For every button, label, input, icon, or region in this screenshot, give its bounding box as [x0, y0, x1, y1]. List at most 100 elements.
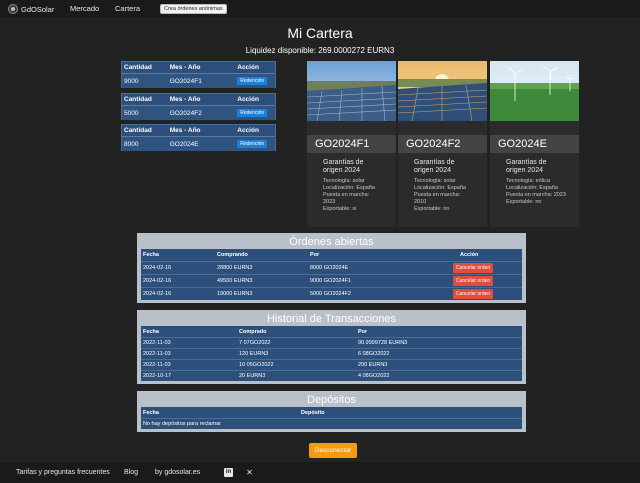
holding-qty: 5000 [124, 109, 139, 117]
card-location: Localización: España [414, 185, 466, 191]
col-comprado: Comprado [239, 328, 267, 335]
redeem-button[interactable]: Redención [237, 77, 268, 85]
footer-link-faq[interactable]: Tarifas y preguntas frecuentes [16, 469, 110, 476]
card-subtitle: Garantías de origen 2024 [506, 159, 547, 174]
wind-farm-image [490, 61, 579, 121]
holding-header: Cantidad Mes - Año Acción [122, 62, 275, 74]
history-date: 2022-11-03 [143, 351, 171, 357]
header-accion: Acción [237, 127, 259, 134]
holding-row: 5000 GO2024F2 Redención [122, 106, 275, 120]
transaction-history-panel: Historial de Transacciones Fecha Comprad… [137, 310, 526, 384]
disconnect-button[interactable]: Desconectar [309, 443, 357, 458]
table-row: No hay depósitos para reclamar [141, 418, 522, 429]
x-icon[interactable]: ✕ [245, 468, 254, 477]
deposits-table: Fecha Depósito No hay depósitos para rec… [141, 407, 522, 429]
navbar: GdOSolar Mercado Cartera Crea órdenes an… [0, 0, 640, 18]
deposits-panel: Depósitos Fecha Depósito No hay depósito… [137, 391, 526, 432]
holding-row: 8000 GO2024E Redención [122, 137, 275, 151]
holding-header: Cantidad Mes - Año Acción [122, 125, 275, 137]
holding-row: 9000 GO2024F1 Redención [122, 74, 275, 88]
history-bought: 10 05GO2022 [239, 362, 274, 368]
card-commissioning: Puesta en marcha: 2023 [506, 192, 566, 198]
brand-logo-icon [8, 4, 18, 14]
product-card[interactable]: GO2024F1 Garantías de origen 2024 Tecnol… [307, 61, 396, 227]
order-for: 8000 GO2024E [310, 265, 349, 271]
col-accion: Acción [460, 252, 479, 258]
col-por: Por [358, 328, 368, 335]
history-for: 90.9999728 EURN3 [358, 340, 408, 346]
card-location: Localización: España [323, 185, 375, 191]
solar-farm-image [307, 61, 396, 121]
order-buying: 19000 EURN3 [217, 291, 253, 297]
card-title: GO2024F1 [307, 135, 396, 153]
table-row: 2022-11-03 10 05GO2022 200 EURN3 [141, 359, 522, 370]
deposits-title: Depósitos [307, 394, 356, 406]
footer-link-gdosolar[interactable]: by gdosolar.es [155, 469, 200, 476]
history-date: 2022-11-03 [143, 340, 171, 346]
nav-link-cartera[interactable]: Cartera [115, 4, 140, 13]
holding-period: GO2024F2 [169, 109, 202, 117]
history-for: 6 08GO2022 [358, 351, 390, 357]
card-exportable: Exportable: no [506, 199, 542, 205]
col-comprando: Comprando [217, 252, 248, 258]
history-title: Historial de Transacciones [266, 313, 396, 325]
card-exportable: Exportable: no [414, 206, 450, 212]
card-commissioning: Puesta en marcha: 2023 [323, 192, 370, 205]
table-header: Fecha Comprando Por Acción [141, 249, 522, 261]
brand[interactable]: GdOSolar [8, 4, 54, 14]
table-header: Fecha Comprado Por [141, 326, 522, 337]
history-date: 2022-10-17 [143, 373, 172, 379]
table-row: 2022-10-17 20 EURN3 4 08GO2022 [141, 370, 522, 381]
cancel-order-button[interactable]: Cancelar orden [453, 263, 494, 273]
header-mes-ano: Mes - Año [169, 64, 201, 71]
header-accion: Acción [237, 64, 259, 71]
card-title: GO2024E [490, 135, 579, 153]
header-accion: Acción [237, 96, 259, 103]
holding-qty: 9000 [124, 77, 139, 85]
holding-table: Cantidad Mes - Año Acción 9000 GO2024F1 … [121, 61, 276, 88]
redeem-button[interactable]: Redención [237, 109, 268, 117]
holding-header: Cantidad Mes - Año Acción [122, 94, 275, 106]
history-for: 4 08GO2022 [358, 373, 390, 379]
col-por: Por [310, 252, 320, 258]
history-table: Fecha Comprado Por 2022-11-03 7 07GO2022… [141, 326, 522, 381]
card-technology: Tecnología: solar [414, 178, 456, 184]
card-technology: Tecnología: eólica [506, 178, 551, 184]
header-mes-ano: Mes - Año [169, 96, 201, 103]
history-bought: 7 07GO2022 [239, 340, 271, 346]
history-bought: 20 EURN3 [239, 373, 266, 379]
header-mes-ano: Mes - Año [169, 127, 201, 134]
history-bought: 120 EURN3 [239, 351, 269, 357]
cancel-order-button[interactable]: Cancelar orden [453, 289, 494, 299]
table-row: 2024-02-16 19000 EURN3 5000 GO2024F2 Can… [141, 287, 522, 300]
nav-link-mercado[interactable]: Mercado [70, 4, 99, 13]
open-orders-panel: Órdenes abiertas Fecha Comprando Por Acc… [137, 233, 526, 303]
order-date: 2024-02-16 [143, 278, 172, 284]
card-title: GO2024F2 [398, 135, 487, 153]
history-date: 2022-11-03 [143, 362, 171, 368]
product-card[interactable]: GO2024F2 Garantías de origen 2024 Tecnol… [398, 61, 487, 227]
col-fecha: Fecha [143, 328, 159, 335]
solar-farm-sunset-image [398, 61, 487, 121]
col-fecha: Fecha [143, 409, 159, 416]
anonymous-orders-button[interactable]: Crea órdenes anónimas [160, 4, 227, 14]
linkedin-icon[interactable]: in [224, 468, 233, 477]
holding-table: Cantidad Mes - Año Acción 5000 GO2024F2 … [121, 93, 276, 120]
cancel-order-button[interactable]: Cancelar orden [453, 276, 494, 286]
holding-period: GO2024F1 [169, 77, 202, 85]
product-card[interactable]: GO2024E Garantías de origen 2024 Tecnolo… [490, 61, 579, 227]
open-orders-table: Fecha Comprando Por Acción 2024-02-16 28… [141, 249, 522, 300]
liquidity-text: Liquidez disponible: 269.0000272 EURN3 [245, 46, 395, 55]
card-location: Localización: España [506, 185, 558, 191]
holding-period: GO2024E [169, 140, 199, 148]
order-buying: 49500 EURN3 [217, 278, 253, 284]
footer-link-blog[interactable]: Blog [124, 469, 138, 476]
order-buying: 28800 EURN3 [217, 265, 253, 271]
order-for: 9000 GO2024F1 [310, 278, 351, 284]
redeem-button[interactable]: Redención [237, 140, 268, 148]
empty-deposits-message: No hay depósitos para reclamar [143, 421, 221, 427]
order-date: 2024-02-16 [143, 265, 172, 271]
table-row: 2024-02-16 28800 EURN3 8000 GO2024E Canc… [141, 261, 522, 274]
header-cantidad: Cantidad [124, 64, 152, 71]
table-row: 2024-02-16 49500 EURN3 9000 GO2024F1 Can… [141, 274, 522, 287]
